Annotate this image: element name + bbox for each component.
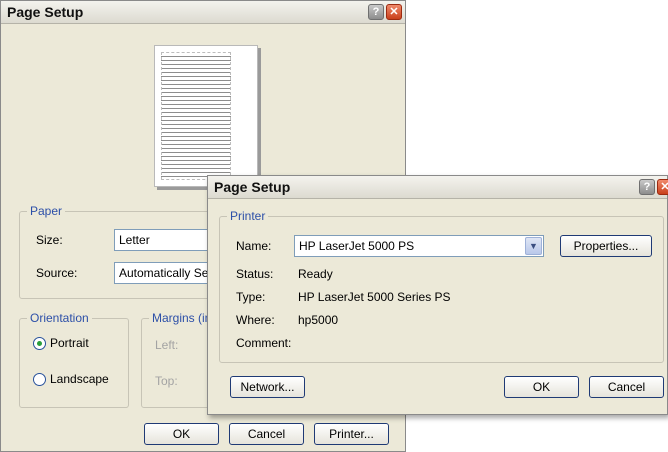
source-label: Source:	[36, 266, 78, 280]
where-value: hp5000	[298, 313, 339, 327]
orientation-group: Orientation Portrait Landscape	[19, 311, 129, 408]
status-value: Ready	[298, 267, 333, 281]
help-icon[interactable]: ?	[368, 4, 384, 20]
comment-label: Comment:	[236, 336, 292, 350]
landscape-label[interactable]: Landscape	[50, 372, 109, 386]
size-label: Size:	[36, 233, 63, 247]
status-label: Status:	[236, 267, 274, 281]
title-bar: Page Setup ? ✕	[208, 176, 668, 199]
close-icon[interactable]: ✕	[386, 4, 402, 20]
left-margin-label: Left:	[155, 338, 179, 352]
chevron-down-icon[interactable]: ▼	[525, 237, 542, 255]
landscape-radio[interactable]	[33, 373, 46, 386]
ok-button[interactable]: OK	[504, 376, 579, 398]
preview-text-lines	[161, 52, 231, 180]
portrait-label[interactable]: Portrait	[50, 336, 89, 350]
type-label: Type:	[236, 290, 266, 304]
network-button[interactable]: Network...	[230, 376, 305, 398]
where-label: Where:	[236, 313, 275, 327]
margins-legend: Margins (in	[149, 311, 215, 325]
cancel-button[interactable]: Cancel	[229, 423, 304, 445]
properties-button[interactable]: Properties...	[560, 235, 652, 257]
printer-group: Printer Name: HP LaserJet 5000 PS ▼ Prop…	[219, 209, 664, 363]
printer-name-select[interactable]: HP LaserJet 5000 PS ▼	[294, 235, 544, 257]
name-label: Name:	[236, 239, 272, 253]
paper-legend: Paper	[27, 204, 66, 218]
printer-button[interactable]: Printer...	[314, 423, 389, 445]
title-bar: Page Setup ? ✕	[1, 1, 405, 24]
top-margin-label: Top:	[155, 374, 178, 388]
source-value: Automatically Sel	[119, 266, 212, 280]
type-value: HP LaserJet 5000 Series PS	[298, 290, 451, 304]
cancel-button[interactable]: Cancel	[589, 376, 664, 398]
ok-button[interactable]: OK	[144, 423, 219, 445]
page-setup-dialog-front: Page Setup ? ✕ Printer Name: HP LaserJet…	[207, 175, 668, 415]
size-value: Letter	[119, 233, 150, 247]
help-icon[interactable]: ?	[639, 179, 655, 195]
dialog-title: Page Setup	[214, 179, 291, 195]
dialog-title: Page Setup	[7, 4, 84, 20]
orientation-legend: Orientation	[27, 311, 92, 325]
close-icon[interactable]: ✕	[657, 179, 668, 195]
portrait-radio[interactable]	[33, 337, 46, 350]
printer-name-value: HP LaserJet 5000 PS	[299, 239, 415, 253]
printer-legend: Printer	[227, 209, 269, 223]
page-preview	[154, 45, 258, 187]
